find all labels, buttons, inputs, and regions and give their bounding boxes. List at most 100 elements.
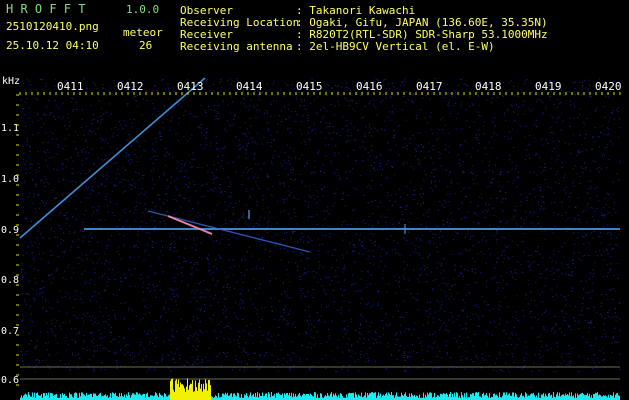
noise-speck [561, 311, 563, 313]
noise-speck [406, 239, 408, 241]
noise-speck [171, 329, 173, 331]
noise-speck [606, 293, 608, 295]
noise-speck [37, 163, 39, 165]
noise-speck [145, 355, 147, 357]
noise-speck [279, 183, 281, 185]
activity-bar-sample [486, 393, 487, 400]
noise-speck [413, 199, 415, 201]
noise-speck [402, 82, 404, 83]
noise-speck [472, 268, 474, 270]
noise-speck [353, 245, 355, 246]
noise-speck [123, 235, 125, 236]
noise-speck [47, 263, 50, 264]
noise-speck [51, 329, 53, 331]
noise-speck [505, 333, 507, 335]
noise-speck [34, 348, 36, 350]
noise-speck [292, 251, 294, 253]
noise-speck [398, 350, 400, 352]
noise-speck [469, 249, 471, 251]
activity-bar-sample [144, 394, 145, 400]
noise-speck [48, 353, 51, 355]
noise-speck [165, 211, 168, 213]
noise-speck [252, 188, 254, 190]
noise-speck [477, 222, 479, 224]
noise-speck [28, 91, 30, 93]
noise-speck [299, 129, 301, 131]
noise-speck [269, 256, 271, 258]
noise-speck [393, 136, 395, 138]
noise-speck [368, 184, 370, 186]
noise-speck [187, 341, 190, 343]
noise-speck [215, 356, 217, 358]
noise-speck [331, 267, 333, 269]
noise-speck [593, 362, 596, 364]
noise-speck [83, 335, 85, 337]
noise-speck [325, 276, 327, 278]
noise-speck [59, 212, 61, 214]
noise-speck [376, 130, 378, 131]
noise-speck [224, 128, 226, 130]
noise-speck [582, 255, 584, 257]
noise-speck [150, 265, 152, 267]
noise-speck [261, 308, 263, 310]
noise-speck [142, 98, 144, 100]
noise-speck [501, 255, 503, 256]
noise-speck [374, 241, 376, 242]
activity-bar-sample [38, 394, 39, 400]
noise-speck [410, 293, 412, 295]
noise-speck [255, 292, 257, 294]
noise-speck [584, 168, 586, 170]
noise-speck [468, 105, 471, 107]
noise-speck [105, 245, 108, 247]
activity-bar-sample [587, 393, 588, 400]
noise-speck [37, 230, 39, 232]
noise-speck [84, 196, 86, 198]
noise-speck [592, 148, 594, 150]
noise-speck [431, 368, 433, 370]
noise-speck [603, 106, 606, 108]
noise-speck [62, 118, 64, 120]
noise-speck [260, 244, 262, 246]
noise-speck [123, 336, 125, 338]
noise-speck [319, 244, 321, 246]
noise-speck [491, 136, 493, 138]
activity-bar-sample [173, 389, 174, 400]
noise-speck [246, 216, 249, 218]
noise-speck [514, 206, 517, 207]
activity-bar-sample [273, 395, 274, 400]
noise-speck [451, 179, 453, 181]
noise-speck [93, 118, 95, 120]
activity-bar-sample [110, 393, 111, 400]
noise-speck [45, 203, 47, 205]
noise-speck [222, 312, 224, 314]
noise-speck [477, 150, 479, 152]
noise-speck [250, 323, 252, 325]
noise-speck [341, 86, 343, 88]
noise-speck [375, 360, 377, 362]
noise-speck [74, 231, 76, 233]
noise-speck [599, 250, 601, 252]
noise-speck [175, 213, 177, 215]
noise-speck [495, 157, 497, 159]
noise-speck [156, 194, 158, 196]
noise-speck [391, 166, 393, 168]
noise-speck [165, 299, 167, 301]
noise-speck [403, 369, 406, 371]
noise-speck [36, 237, 38, 239]
noise-speck [118, 341, 120, 343]
noise-speck [174, 280, 176, 282]
noise-speck [287, 250, 289, 252]
noise-speck [533, 188, 535, 190]
noise-speck [230, 220, 232, 221]
noise-speck [30, 306, 32, 307]
noise-speck [270, 225, 273, 227]
noise-speck [50, 282, 53, 284]
activity-bar-sample [291, 392, 292, 400]
noise-speck [399, 316, 401, 318]
noise-speck [134, 355, 136, 357]
noise-speck [244, 122, 246, 124]
activity-bar-sample [28, 392, 29, 400]
activity-bar-sample [36, 393, 37, 400]
noise-speck [264, 307, 266, 309]
noise-speck [48, 365, 50, 367]
